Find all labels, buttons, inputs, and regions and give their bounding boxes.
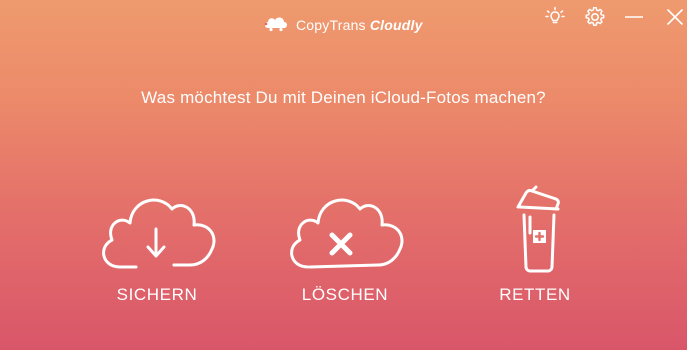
restore-label: RETTEN (499, 285, 571, 304)
backup-button[interactable]: SICHERN (82, 185, 232, 315)
backup-label: SICHERN (116, 285, 198, 304)
delete-button[interactable]: LÖSCHEN (270, 185, 420, 315)
app-title: CopyTrans Cloudly (296, 17, 423, 33)
cloud-download-icon (92, 185, 222, 277)
delete-label: LÖSCHEN (301, 285, 389, 304)
lightbulb-icon[interactable] (543, 6, 567, 28)
trash-restore-icon (470, 185, 600, 277)
app-window: CopyTrans Cloudly Was möchtest Du mit De… (0, 0, 687, 350)
close-icon[interactable] (663, 6, 687, 28)
restore-button[interactable]: RETTEN (460, 185, 610, 315)
gear-icon[interactable] (583, 6, 607, 28)
minimize-icon[interactable] (622, 6, 646, 28)
title-bar[interactable]: CopyTrans Cloudly (0, 0, 687, 40)
cloud-turtle-icon (262, 14, 290, 37)
app-title-bold: Cloudly (369, 17, 423, 33)
cloud-delete-icon (280, 185, 410, 277)
app-title-light: CopyTrans (296, 17, 366, 33)
brand: CopyTrans Cloudly (262, 13, 423, 37)
question-text: Was möchtest Du mit Deinen iCloud-Fotos … (141, 88, 546, 107)
